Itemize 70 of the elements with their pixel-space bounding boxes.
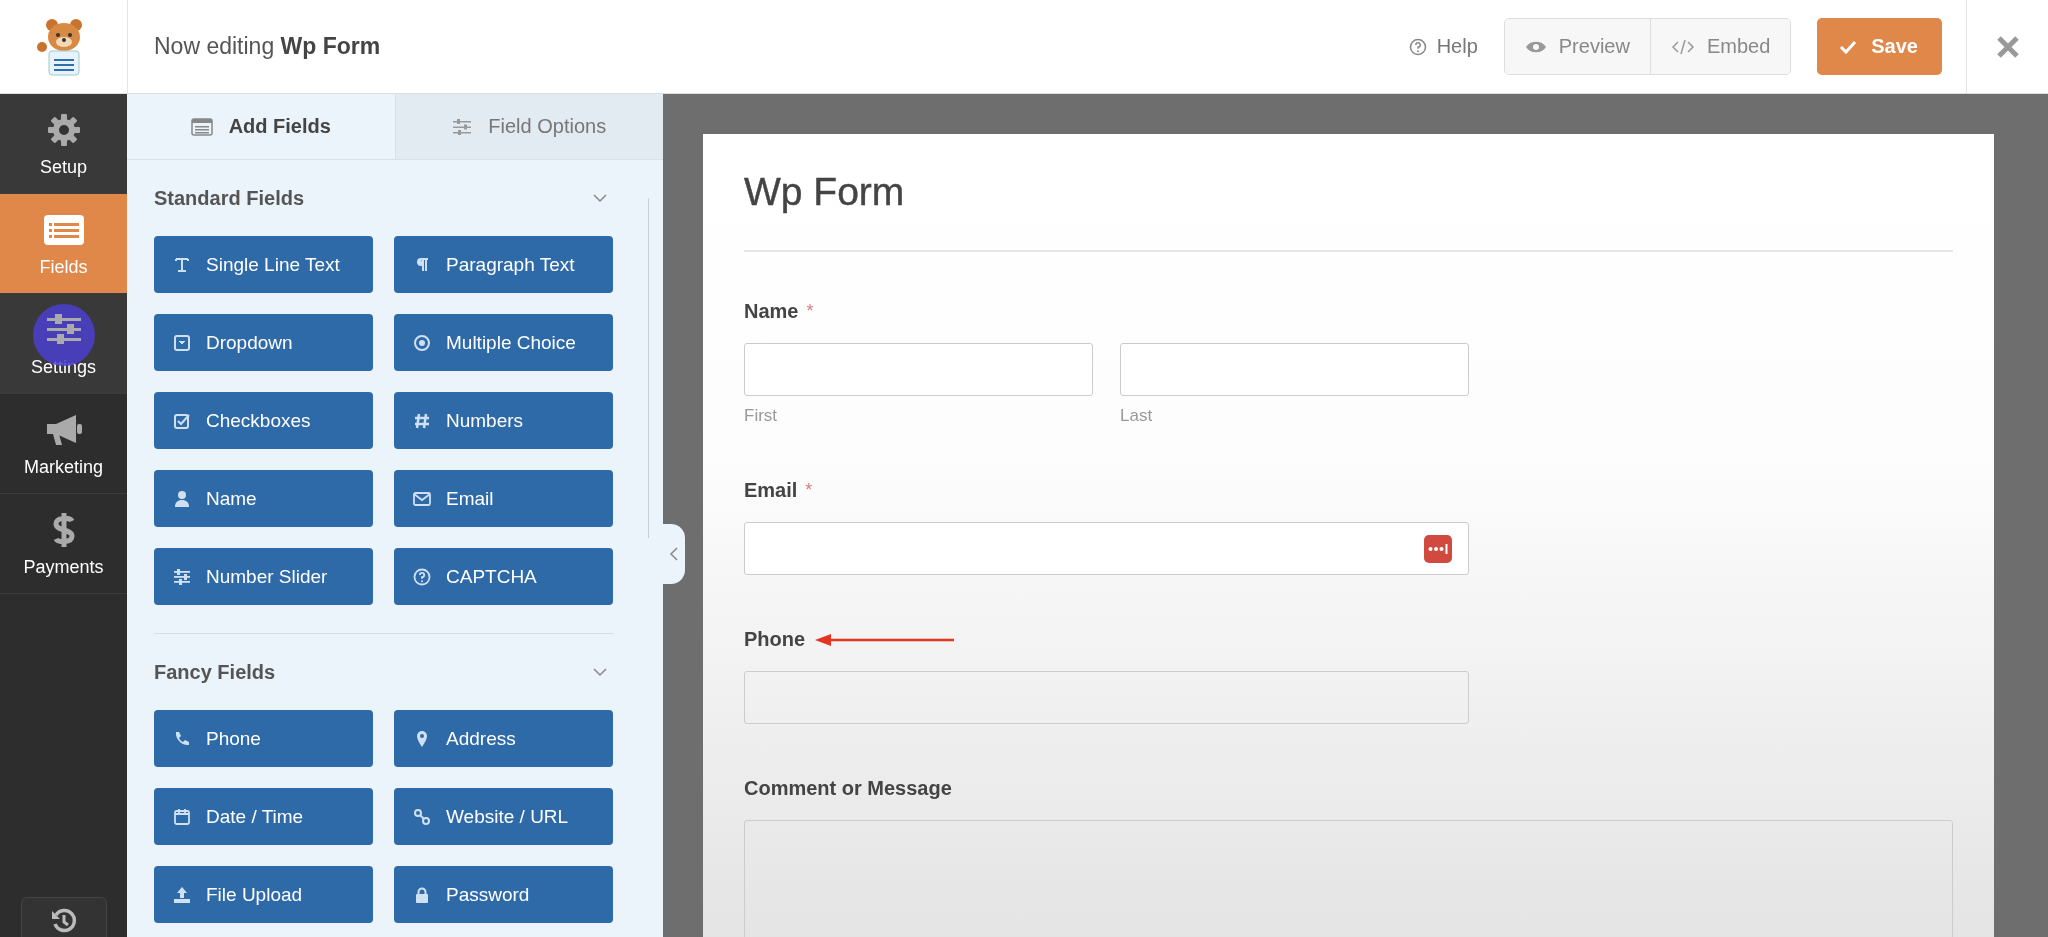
phone-icon: [173, 729, 191, 748]
scrollbar[interactable]: [648, 198, 649, 538]
required-asterisk: *: [805, 480, 813, 501]
sliders-icon: [452, 117, 473, 136]
section-heading: Standard Fields: [154, 186, 305, 210]
sliders-icon: [44, 313, 83, 347]
add-field-button[interactable]: Phone: [154, 710, 373, 767]
textarea-field[interactable]: [744, 820, 1953, 937]
sidebar-item[interactable]: Settings: [0, 294, 127, 394]
link-icon: [413, 807, 431, 826]
embed-button[interactable]: Embed: [1649, 19, 1791, 74]
form-title: Wp Form: [744, 169, 906, 214]
input-field[interactable]: [744, 343, 1093, 396]
close-icon[interactable]: [1994, 33, 2021, 60]
password-manager-icon[interactable]: [1424, 534, 1452, 563]
editing-title: Now editing Wp Form: [154, 33, 382, 60]
hash-icon: [413, 411, 431, 430]
add-field-button[interactable]: Paragraph Text: [394, 236, 613, 293]
field-label: Email: [744, 479, 798, 502]
settings-icon: [45, 112, 82, 148]
radio-icon: [413, 333, 431, 352]
sidebar-item[interactable]: Setup: [0, 94, 127, 194]
add-field-button[interactable]: Password: [394, 866, 613, 923]
field-label: Comment or Message: [744, 777, 952, 800]
required-asterisk: *: [806, 301, 814, 322]
eye-icon: [1524, 39, 1547, 54]
add-field-button[interactable]: Date / Time: [154, 788, 373, 845]
checkbox-icon: [173, 411, 191, 430]
add-field-button[interactable]: CAPTCHA: [394, 548, 613, 605]
add-field-button[interactable]: Single Line Text: [154, 236, 373, 293]
checkmark-icon: [1839, 39, 1858, 54]
add-field-button[interactable]: Checkboxes: [154, 392, 373, 449]
list-icon: [190, 117, 213, 136]
input-field[interactable]: [1120, 343, 1469, 396]
add-field-button[interactable]: File Upload: [154, 866, 373, 923]
list-icon: [42, 214, 85, 246]
collapse-panel-handle[interactable]: [663, 524, 685, 584]
text-icon: [173, 255, 191, 274]
dropdown-icon: [173, 333, 191, 352]
input-field[interactable]: [744, 522, 1469, 575]
add-field-button[interactable]: Dropdown: [154, 314, 373, 371]
help-icon: [1408, 37, 1427, 56]
lock-icon: [413, 885, 431, 904]
section-heading: Fancy Fields: [154, 660, 276, 684]
input-field[interactable]: [744, 671, 1469, 724]
field-label: Phone: [744, 628, 806, 651]
history-icon: [49, 907, 78, 935]
add-field-button[interactable]: Multiple Choice: [394, 314, 613, 371]
field-label: Name: [744, 300, 799, 323]
help-link[interactable]: Help: [1408, 35, 1478, 58]
chevron-icon[interactable]: [592, 193, 608, 203]
panel-tab[interactable]: Field Options: [394, 94, 663, 159]
sublabel: Last: [1120, 406, 1154, 426]
add-field-button[interactable]: Email: [394, 470, 613, 527]
envelope-icon: [413, 489, 431, 508]
sublabel: First: [744, 406, 779, 426]
upload-icon: [173, 885, 191, 904]
add-field-button[interactable]: Numbers: [394, 392, 613, 449]
question-icon: [413, 567, 431, 586]
sliders-icon: [173, 567, 191, 586]
add-field-button[interactable]: Name: [154, 470, 373, 527]
revisions-button[interactable]: [20, 897, 107, 937]
code-icon: [1670, 38, 1695, 55]
add-field-button[interactable]: Website / URL: [394, 788, 613, 845]
add-field-button[interactable]: Number Slider: [154, 548, 373, 605]
add-field-button[interactable]: Address: [394, 710, 613, 767]
calendar-icon: [173, 807, 191, 826]
chevron-left-icon: [669, 546, 679, 562]
chevron-icon[interactable]: [592, 667, 608, 677]
person-icon: [173, 489, 191, 508]
